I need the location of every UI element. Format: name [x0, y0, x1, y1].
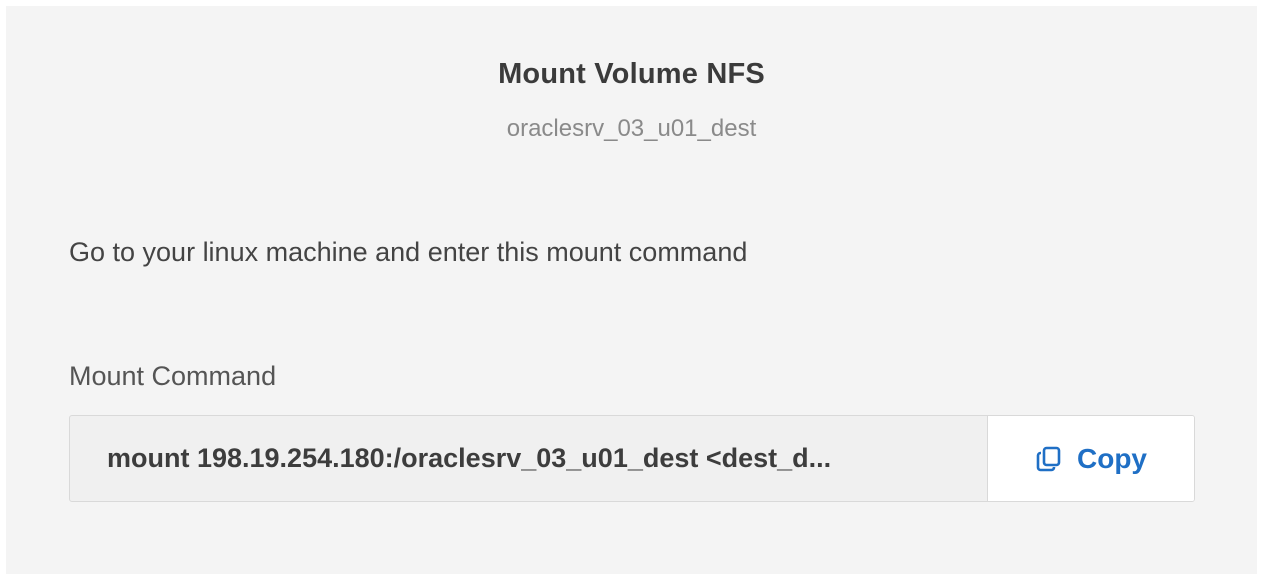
mount-command-value[interactable]: mount 198.19.254.180:/oraclesrv_03_u01_d… [70, 416, 988, 501]
copy-button[interactable]: Copy [988, 416, 1194, 501]
dialog-title: Mount Volume NFS [498, 58, 765, 90]
volume-name: oraclesrv_03_u01_dest [506, 115, 757, 142]
copy-icon [1035, 445, 1063, 473]
mount-command-field: mount 198.19.254.180:/oraclesrv_03_u01_d… [69, 415, 1195, 502]
mount-command-label: Mount Command [69, 361, 277, 391]
copy-button-label: Copy [1077, 442, 1147, 474]
mount-volume-dialog: Mount Volume NFS oraclesrv_03_u01_dest G… [6, 6, 1257, 574]
instruction-text: Go to your linux machine and enter this … [69, 237, 748, 267]
